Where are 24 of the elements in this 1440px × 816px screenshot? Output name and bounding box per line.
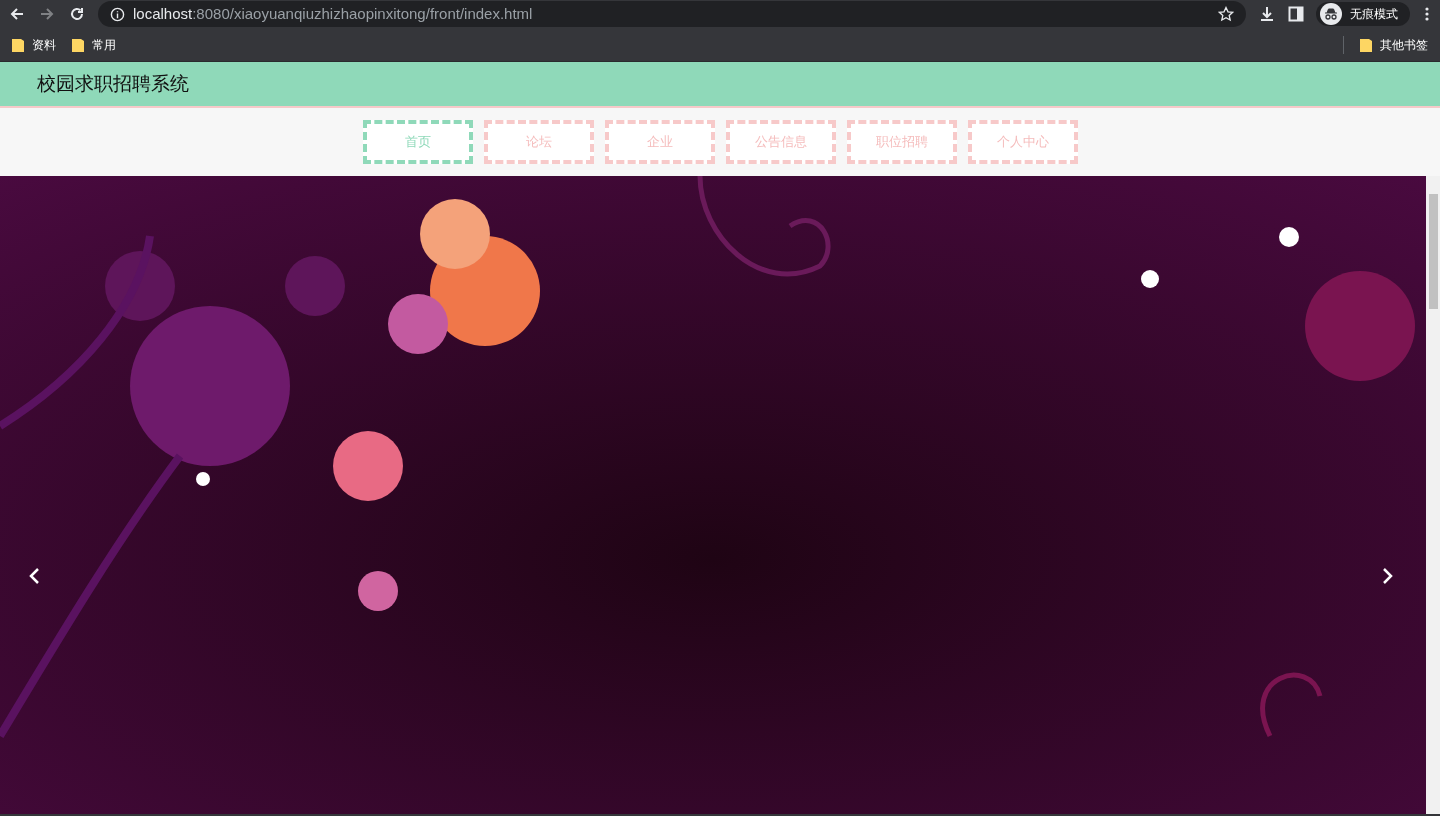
folder-icon — [1360, 37, 1372, 52]
info-icon — [110, 6, 125, 22]
reload-icon[interactable] — [68, 5, 86, 23]
nav-tab[interactable]: 论坛 — [483, 120, 594, 164]
profile-label: 无痕模式 — [1350, 6, 1398, 23]
folder-icon — [72, 37, 84, 52]
address-bar[interactable]: localhost:8080/xiaoyuanqiuzhizhaopinxitong/front/index.html — [98, 1, 1246, 27]
bookmark-folder[interactable]: 常用 — [72, 35, 116, 54]
download-icon[interactable] — [1258, 5, 1276, 23]
folder-icon — [12, 37, 24, 52]
scrollbar[interactable] — [1426, 176, 1440, 814]
profile-button[interactable]: 无痕模式 — [1316, 2, 1410, 26]
bookmark-folder[interactable]: 其他书签 — [1360, 35, 1428, 54]
side-panel-icon[interactable] — [1288, 6, 1304, 22]
star-icon[interactable] — [1218, 6, 1234, 22]
nav-tab[interactable]: 首页 — [362, 120, 473, 164]
bookmark-folder[interactable]: 资料 — [12, 35, 56, 54]
nav-tab[interactable]: 企业 — [604, 120, 715, 164]
incognito-icon — [1320, 3, 1342, 25]
site-title: 校园求职招聘系统 — [37, 71, 189, 96]
nav-tab[interactable]: 个人中心 — [967, 120, 1078, 164]
nav-tab[interactable]: 职位招聘 — [846, 120, 957, 164]
url-text: localhost:8080/xiaoyuanqiuzhizhaopinxitong/front/index.html — [133, 3, 533, 24]
nav-tab[interactable]: 公告信息 — [725, 120, 836, 164]
